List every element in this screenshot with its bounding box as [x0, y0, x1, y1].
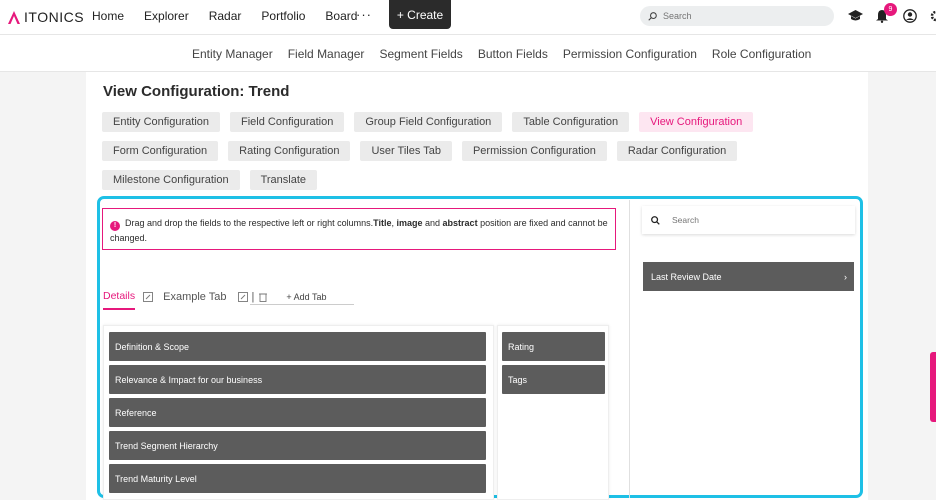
settings-icon[interactable]	[928, 8, 936, 24]
tab-table-configuration[interactable]: Table Configuration	[512, 112, 630, 132]
tab-divider: |	[251, 291, 255, 303]
create-button[interactable]: + Create	[389, 0, 451, 29]
field-search[interactable]	[642, 206, 855, 234]
info-message: ! Drag and drop the fields to the respect…	[102, 208, 616, 250]
available-field-last-review-date[interactable]: Last Review Date ›	[643, 262, 854, 291]
top-navigation: ITONICS Home Explorer Radar Portfolio Bo…	[0, 0, 936, 34]
subnav-field-manager[interactable]: Field Manager	[288, 47, 365, 61]
notification-badge: 9	[884, 3, 897, 16]
tab-details[interactable]: Details	[103, 290, 136, 310]
tab-view-configuration[interactable]: View Configuration	[639, 112, 754, 132]
right-column[interactable]: Rating Tags	[497, 325, 609, 500]
field-search-input[interactable]	[672, 215, 832, 225]
nav-item-board[interactable]: Board	[325, 9, 357, 23]
nav-item-portfolio[interactable]: Portfolio	[261, 9, 305, 23]
graduation-cap-icon[interactable]	[847, 8, 863, 24]
chevron-right-icon: ›	[844, 271, 847, 282]
info-icon: !	[110, 221, 120, 231]
logo-icon	[8, 10, 20, 24]
left-column[interactable]: Definition & Scope Relevance & Impact fo…	[103, 325, 494, 500]
field-trend-maturity-level[interactable]: Trend Maturity Level	[109, 464, 486, 493]
main-nav: Home Explorer Radar Portfolio Board	[92, 9, 377, 23]
add-tab-button[interactable]: + Add Tab	[286, 292, 326, 302]
admin-subnav: Entity Manager Field Manager Segment Fie…	[0, 34, 936, 72]
edit-icon[interactable]	[237, 292, 248, 302]
feedback-tab[interactable]	[930, 352, 936, 422]
global-search-input[interactable]	[663, 11, 813, 21]
search-icon	[648, 11, 657, 21]
nav-item-home[interactable]: Home	[92, 9, 124, 23]
tab-translate[interactable]: Translate	[249, 170, 318, 190]
field-tags[interactable]: Tags	[502, 365, 605, 394]
field-definition-scope[interactable]: Definition & Scope	[109, 332, 486, 361]
detail-tabs: Details Example Tab | + Add Tab	[103, 284, 326, 310]
tab-user-tiles[interactable]: User Tiles Tab	[360, 141, 452, 161]
tab-underline	[250, 304, 354, 305]
field-rating[interactable]: Rating	[502, 332, 605, 361]
logo-text: ITONICS	[24, 9, 85, 25]
subnav-entity-manager[interactable]: Entity Manager	[192, 47, 273, 61]
config-tabs: Entity Configuration Field Configuration…	[102, 112, 822, 199]
tab-group-field-configuration[interactable]: Group Field Configuration	[354, 112, 503, 132]
tab-entity-configuration[interactable]: Entity Configuration	[102, 112, 220, 132]
tab-milestone-configuration[interactable]: Milestone Configuration	[102, 170, 240, 190]
search-icon	[651, 215, 660, 225]
main-content: View Configuration: Trend Entity Configu…	[86, 72, 868, 500]
trash-icon[interactable]	[258, 292, 268, 302]
nav-item-explorer[interactable]: Explorer	[144, 9, 189, 23]
edit-icon[interactable]	[143, 292, 154, 302]
itonics-logo[interactable]: ITONICS	[8, 9, 84, 25]
field-trend-segment-hierarchy[interactable]: Trend Segment Hierarchy	[109, 431, 486, 460]
subnav-button-fields[interactable]: Button Fields	[478, 47, 548, 61]
more-menu-button[interactable]: ···	[356, 7, 372, 22]
tab-permission-configuration[interactable]: Permission Configuration	[461, 141, 607, 161]
side-panel-divider	[629, 200, 630, 498]
subnav-role-configuration[interactable]: Role Configuration	[712, 47, 811, 61]
tab-form-configuration[interactable]: Form Configuration	[102, 141, 219, 161]
global-search[interactable]	[640, 6, 834, 26]
page-title: View Configuration: Trend	[103, 83, 290, 100]
field-relevance-impact[interactable]: Relevance & Impact for our business	[109, 365, 486, 394]
field-reference[interactable]: Reference	[109, 398, 486, 427]
subnav-segment-fields[interactable]: Segment Fields	[379, 47, 462, 61]
tab-radar-configuration[interactable]: Radar Configuration	[616, 141, 738, 161]
nav-item-radar[interactable]: Radar	[209, 9, 242, 23]
tab-field-configuration[interactable]: Field Configuration	[230, 112, 345, 132]
subnav-permission-configuration[interactable]: Permission Configuration	[563, 47, 697, 61]
tab-rating-configuration[interactable]: Rating Configuration	[228, 141, 351, 161]
user-icon[interactable]	[902, 8, 918, 24]
field-label: Last Review Date	[651, 271, 722, 282]
tab-example[interactable]: Example Tab	[163, 291, 226, 303]
